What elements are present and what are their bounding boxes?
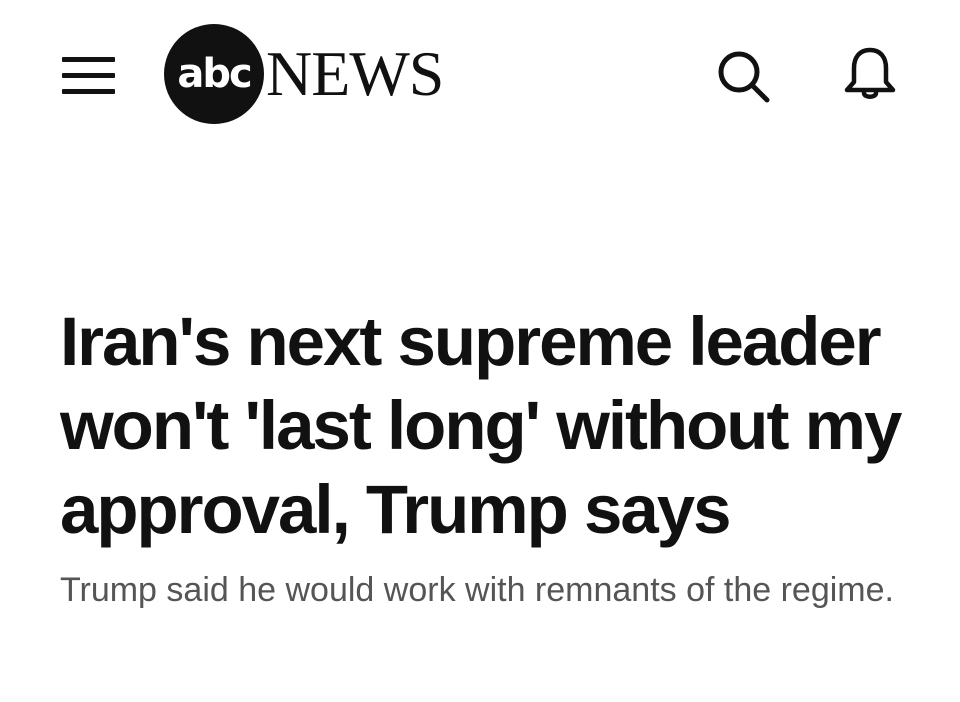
menu-icon-bar [62,73,115,78]
search-icon [718,51,770,103]
notifications-button[interactable] [840,44,900,104]
abc-news-logo[interactable]: abc NEWS [164,24,464,126]
top-header: abc NEWS [0,0,960,150]
abc-logo-circle: abc [164,24,264,124]
menu-button[interactable] [58,50,118,100]
article-headline[interactable]: Iran's next supreme leader won't 'last l… [60,300,940,552]
news-wordmark: NEWS [266,38,444,109]
search-button[interactable] [712,44,772,104]
article-subheadline: Trump said he would work with remnants o… [60,571,894,609]
menu-icon-bar [62,57,115,62]
bell-icon [844,47,896,99]
menu-icon-bar [62,89,115,94]
